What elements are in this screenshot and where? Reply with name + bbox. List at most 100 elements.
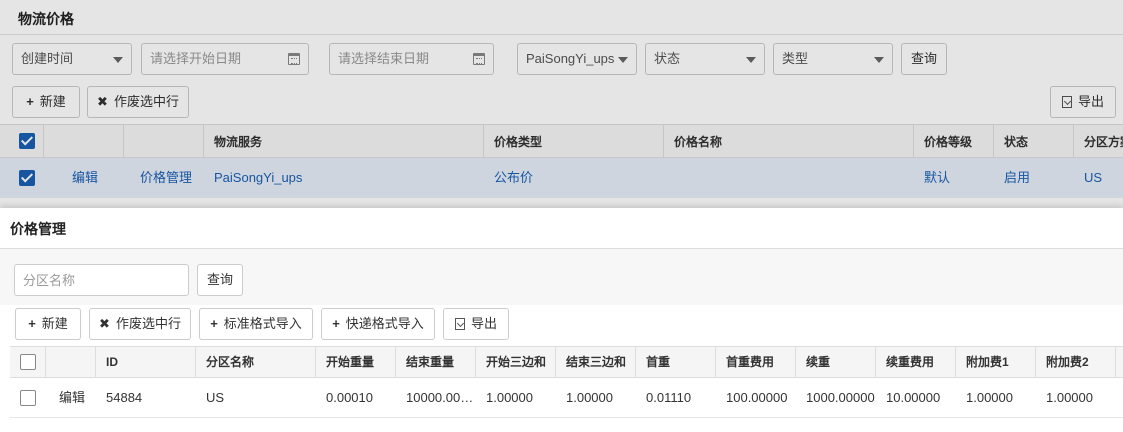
header-surcharge-1: 附加费1 [956, 347, 1036, 377]
table-row[interactable]: 编辑 价格管理 PaiSongYi_ups 公布价 默认 启用 US [0, 158, 1123, 198]
header-surcharge-2: 附加费2 [1036, 347, 1116, 377]
price-manage-dialog: 价格管理 查询 + 新建 ✖ 作废选中行 + 标准格式导入 + 快递格式导入 导出 ID… [0, 208, 1123, 432]
logistics-price-page: 物流价格 创建时间 请选择开始日期 请选择结束日期 PaiSongYi_ups … [0, 0, 1123, 208]
additional-weight-cell: 1000.00000 [806, 390, 875, 405]
header-service: 物流服务 [204, 125, 484, 159]
dialog-void-label: 作废选中行 [115, 316, 181, 331]
header-edit [46, 347, 96, 377]
plus-icon: + [28, 316, 36, 331]
header-edit [44, 125, 124, 159]
status-select[interactable]: 状态 [645, 43, 765, 75]
date-type-select[interactable]: 创建时间 [12, 43, 132, 75]
header-id: ID [96, 347, 196, 377]
first-weight-cell: 0.01110 [646, 390, 692, 405]
dialog-void-selected-button[interactable]: ✖ 作废选中行 [89, 308, 191, 340]
zone-name-search-input[interactable] [14, 264, 189, 296]
zone-name-cell: US [206, 390, 225, 405]
edit-link[interactable]: 编辑 [62, 158, 122, 198]
type-value: 类型 [782, 51, 809, 66]
table-row[interactable]: 编辑 54884 US 0.00010 10000.00000 1.00000 … [10, 378, 1123, 418]
header-end-weight: 结束重量 [396, 347, 476, 377]
plus-icon: + [210, 316, 218, 331]
end-date-placeholder: 请选择结束日期 [338, 51, 430, 66]
dialog-export-button[interactable]: 导出 [443, 308, 509, 340]
header-manage [124, 125, 204, 159]
edit-link[interactable]: 编辑 [49, 378, 99, 418]
export-button[interactable]: 导出 [1050, 86, 1116, 118]
chevron-down-icon [618, 57, 628, 63]
dialog-table-header: ID 分区名称 开始重量 结束重量 开始三边和 结束三边和 首重 首重费用 续重… [10, 346, 1123, 378]
dialog-title: 价格管理 [10, 221, 66, 237]
select-all-cell[interactable] [0, 125, 44, 159]
calendar-icon [473, 53, 485, 65]
chevron-down-icon [746, 57, 756, 63]
close-icon: ✖ [97, 94, 108, 109]
plus-icon: + [332, 316, 340, 331]
table-header: 物流服务 价格类型 价格名称 价格等级 状态 分区方案 [0, 124, 1123, 159]
header-end-girth: 结束三边和 [556, 347, 636, 377]
dialog-query-button[interactable]: 查询 [197, 264, 243, 296]
express-import-button[interactable]: + 快递格式导入 [321, 308, 435, 340]
export-icon [1061, 96, 1072, 108]
zone-cell[interactable]: US [1074, 158, 1123, 198]
header-first-weight: 首重 [636, 347, 716, 377]
header-level: 价格等级 [914, 125, 994, 159]
date-type-value: 创建时间 [21, 51, 74, 66]
query-button[interactable]: 查询 [901, 43, 947, 75]
header-zone: 分区方案 [1084, 135, 1123, 149]
dialog-new-button[interactable]: + 新建 [15, 308, 81, 340]
surcharge-1-cell: 1.00000 [966, 390, 1013, 405]
row-checkbox[interactable] [19, 170, 35, 186]
header-price-type: 价格类型 [484, 125, 664, 159]
start-girth-cell: 1.00000 [486, 390, 533, 405]
close-icon: ✖ [99, 316, 110, 331]
end-weight-cell: 10000.00000 [406, 390, 476, 405]
dialog-new-label: 新建 [41, 316, 68, 331]
status-value: 状态 [654, 51, 681, 66]
header-zone-name: 分区名称 [196, 347, 316, 377]
header-status: 状态 [994, 125, 1074, 159]
surcharge-2-cell: 1.00000 [1046, 390, 1093, 405]
price-name-cell [664, 158, 904, 198]
header-start-weight: 开始重量 [316, 347, 396, 377]
export-icon [454, 318, 465, 330]
row-checkbox[interactable] [20, 390, 36, 406]
express-import-label: 快递格式导入 [345, 316, 424, 331]
header-additional-weight: 续重 [796, 347, 876, 377]
dialog-export-label: 导出 [470, 316, 497, 331]
new-label: 新建 [39, 94, 66, 109]
export-label: 导出 [1077, 94, 1104, 109]
service-value: PaiSongYi_ups [526, 51, 615, 66]
additional-weight-fee-cell: 10.00000 [886, 390, 941, 405]
select-all-checkbox[interactable] [19, 133, 35, 149]
select-all-checkbox[interactable] [20, 354, 36, 370]
select-all-cell[interactable] [10, 347, 46, 377]
id-cell: 54884 [106, 390, 143, 405]
standard-import-label: 标准格式导入 [223, 316, 302, 331]
header-additional-weight-fee: 续重费用 [876, 347, 956, 377]
header-price-name: 价格名称 [664, 125, 914, 159]
level-cell[interactable]: 默认 [914, 158, 984, 198]
void-selected-button[interactable]: ✖ 作废选中行 [87, 86, 189, 118]
status-cell[interactable]: 启用 [994, 158, 1064, 198]
start-date-input[interactable]: 请选择开始日期 [141, 43, 309, 75]
header-start-girth: 开始三边和 [476, 347, 556, 377]
chevron-down-icon [874, 57, 884, 63]
page-title: 物流价格 [18, 11, 74, 27]
price-type-cell[interactable]: 公布价 [484, 158, 654, 198]
price-manage-link[interactable]: 价格管理 [130, 158, 210, 198]
service-select[interactable]: PaiSongYi_ups [517, 43, 637, 75]
calendar-icon [288, 53, 300, 65]
plus-icon: + [26, 94, 34, 109]
new-button[interactable]: + 新建 [12, 86, 80, 118]
start-date-placeholder: 请选择开始日期 [150, 51, 242, 66]
void-label: 作废选中行 [113, 94, 179, 109]
end-date-input[interactable]: 请选择结束日期 [329, 43, 494, 75]
end-girth-cell: 1.00000 [566, 390, 613, 405]
first-weight-fee-cell: 100.00000 [726, 390, 788, 405]
standard-import-button[interactable]: + 标准格式导入 [199, 308, 313, 340]
type-select[interactable]: 类型 [773, 43, 893, 75]
start-weight-cell: 0.00010 [326, 390, 373, 405]
service-cell[interactable]: PaiSongYi_ups [204, 158, 474, 198]
chevron-down-icon [113, 57, 123, 63]
